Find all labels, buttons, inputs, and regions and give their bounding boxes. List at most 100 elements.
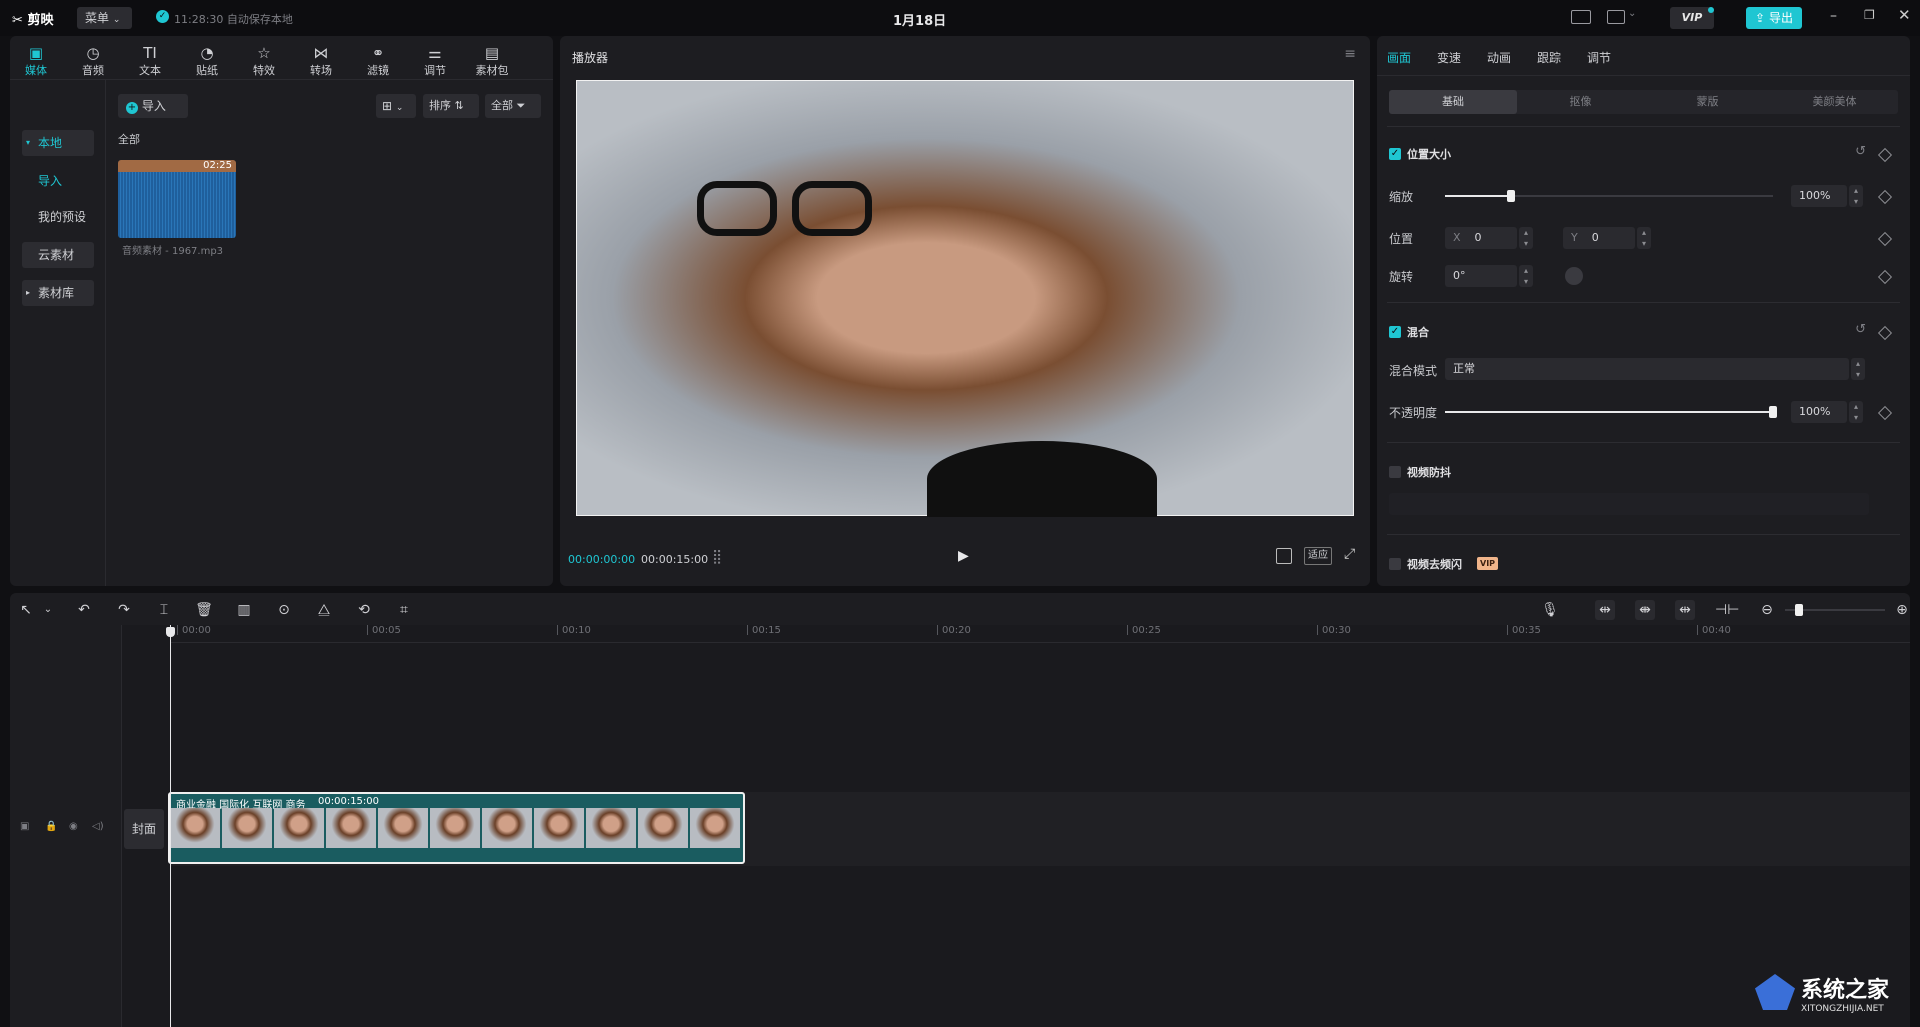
opacity-stepper[interactable]: ▴ ▾ [1849, 401, 1863, 423]
zoom-in-icon[interactable]: ⊕ [1892, 600, 1912, 620]
minimize-icon[interactable]: – [1830, 8, 1837, 24]
sidebar-item-library[interactable]: ▸ 素材库 [22, 280, 94, 306]
auto-snap-icon[interactable]: ⇼ [1635, 600, 1655, 620]
video-preview[interactable] [576, 80, 1354, 517]
reverse-play-icon[interactable]: ⊙ [274, 600, 294, 620]
playhead[interactable] [166, 625, 175, 1027]
keyframe-icon[interactable] [1877, 147, 1893, 163]
mirror-icon[interactable]: ⧋ [314, 600, 334, 620]
timeline-zoom-slider[interactable] [1785, 604, 1885, 616]
sidebar-item-import[interactable]: 导入 [22, 168, 94, 194]
position-x-input[interactable]: X 0 [1445, 227, 1517, 249]
delete-icon[interactable]: 🗑 [194, 600, 214, 620]
fit-button[interactable]: 适应 [1304, 547, 1332, 565]
blend-checkbox[interactable]: ✓ [1389, 326, 1401, 338]
stabilize-checkbox[interactable] [1389, 466, 1401, 478]
tab-filter[interactable]: ⚭ 滤镜 [356, 44, 400, 78]
position-y-stepper[interactable]: ▴ ▾ [1637, 227, 1651, 249]
sidebar-item-local[interactable]: ▾ 本地 [22, 130, 94, 156]
lock-icon[interactable]: 🔒 [45, 821, 57, 832]
filter-button[interactable]: 全部 ⏷ [485, 94, 541, 118]
tab-tracking[interactable]: 跟踪 [1537, 49, 1561, 66]
keyframe-icon[interactable] [1877, 269, 1893, 285]
tab-sticker[interactable]: ◔ 贴纸 [185, 44, 229, 78]
tab-adjust[interactable]: 调节 [1587, 49, 1611, 66]
restore-icon[interactable]: ❐ [1864, 8, 1875, 22]
position-y-input[interactable]: Y 0 [1563, 227, 1635, 249]
subtab-cutout[interactable]: 抠像 [1517, 90, 1644, 114]
track-toggle-icon[interactable]: ▣ [20, 821, 29, 832]
split-icon[interactable]: ⌶ [154, 600, 174, 620]
microphone-icon[interactable]: 🎙 [1540, 600, 1560, 620]
rotate-dial-icon[interactable] [1565, 267, 1583, 285]
subtab-basic[interactable]: 基础 [1389, 90, 1517, 114]
keyframe-icon[interactable] [1877, 325, 1893, 341]
tab-effects[interactable]: ☆ 特效 [242, 44, 286, 78]
zoom-preview-icon[interactable] [1276, 548, 1292, 564]
keyframe-icon[interactable] [1877, 405, 1893, 421]
close-icon[interactable]: ✕ [1898, 6, 1911, 24]
preview-axis-icon[interactable]: ⊣⊢ [1715, 600, 1739, 620]
import-button[interactable]: + 导入 [118, 94, 188, 118]
scale-stepper[interactable]: ▴ ▾ [1849, 185, 1863, 207]
keyframe-icon[interactable] [1877, 189, 1893, 205]
play-icon[interactable]: ▶ [958, 548, 969, 564]
blend-mode-stepper[interactable]: ▴ ▾ [1851, 358, 1865, 380]
redo-icon[interactable]: ↷ [114, 600, 134, 620]
scale-slider-thumb[interactable] [1506, 190, 1515, 202]
tab-package[interactable]: ▤ 素材包 [470, 44, 514, 78]
tab-media[interactable]: ▣ 媒体 [14, 44, 58, 78]
crop-icon[interactable]: ⌗ [394, 600, 414, 620]
audio-asset-thumbnail[interactable]: 02:25 [118, 160, 236, 238]
chevron-down-icon[interactable]: ⌄ [1628, 8, 1636, 19]
menu-icon[interactable]: ≡ [1344, 46, 1356, 62]
rotate-stepper[interactable]: ▴ ▾ [1519, 265, 1533, 287]
playhead-handle[interactable] [166, 627, 175, 637]
main-track-magnet-icon[interactable]: ⇹ [1595, 600, 1615, 620]
export-button[interactable]: ⇪ 导出 [1746, 7, 1802, 29]
timeline-zoom-thumb[interactable] [1795, 604, 1803, 616]
scale-slider[interactable] [1445, 190, 1773, 202]
tab-speed[interactable]: 变速 [1437, 49, 1461, 66]
view-mode-button[interactable]: ⊞ ⌄ [376, 94, 416, 118]
freeze-frame-icon[interactable]: ▥ [234, 600, 254, 620]
tab-animation[interactable]: 动画 [1487, 49, 1511, 66]
rotate-input[interactable]: 0° [1445, 265, 1517, 287]
sort-button[interactable]: 排序 ⇅ [423, 94, 479, 118]
fullscreen-icon[interactable]: ⤢ [1344, 546, 1355, 562]
waveform-icon[interactable]: ⣿ [712, 549, 722, 565]
tab-transition[interactable]: ⋈ 转场 [299, 44, 343, 78]
linkage-icon[interactable]: ⇹ [1675, 600, 1695, 620]
deflicker-checkbox[interactable] [1389, 558, 1401, 570]
menu-button[interactable]: 菜单 ⌄ [77, 7, 132, 29]
keyframe-icon[interactable] [1877, 231, 1893, 247]
tab-audio[interactable]: ◷ 音频 [71, 44, 115, 78]
sidebar-item-cloud[interactable]: 云素材 [22, 242, 94, 268]
reset-icon[interactable]: ↺ [1855, 144, 1866, 159]
scale-input[interactable]: 100% [1791, 185, 1847, 207]
tab-picture[interactable]: 画面 [1387, 49, 1411, 66]
layout-icon[interactable] [1607, 10, 1625, 24]
position-x-stepper[interactable]: ▴ ▾ [1519, 227, 1533, 249]
select-cursor-icon[interactable]: ↖ [16, 600, 36, 620]
video-clip[interactable]: 商业金融 国际化 互联网 商务 00:00:15:00 [168, 792, 745, 864]
eye-icon[interactable]: ◉ [69, 821, 78, 832]
tab-adjust[interactable]: ⚌ 调节 [413, 44, 457, 78]
blend-mode-select[interactable]: 正常 [1445, 358, 1849, 380]
sidebar-item-presets[interactable]: 我的预设 [22, 204, 94, 230]
opacity-slider[interactable] [1445, 406, 1777, 418]
opacity-slider-thumb[interactable] [1769, 406, 1777, 418]
position-size-checkbox[interactable]: ✓ [1389, 148, 1401, 160]
subtab-beauty[interactable]: 美颜美体 [1771, 90, 1898, 114]
rotate-icon[interactable]: ⟲ [354, 600, 374, 620]
undo-icon[interactable]: ↶ [74, 600, 94, 620]
opacity-input[interactable]: 100% [1791, 401, 1847, 423]
cover-button[interactable]: 封面 [124, 809, 164, 849]
subtab-mask[interactable]: 蒙版 [1644, 90, 1771, 114]
shortcut-icon[interactable] [1571, 10, 1591, 24]
zoom-out-icon[interactable]: ⊖ [1757, 600, 1777, 620]
chevron-down-icon[interactable]: ⌄ [38, 600, 58, 620]
reset-icon[interactable]: ↺ [1855, 322, 1866, 337]
speaker-icon[interactable]: ◁) [92, 821, 104, 832]
tab-text[interactable]: TI 文本 [128, 44, 172, 78]
